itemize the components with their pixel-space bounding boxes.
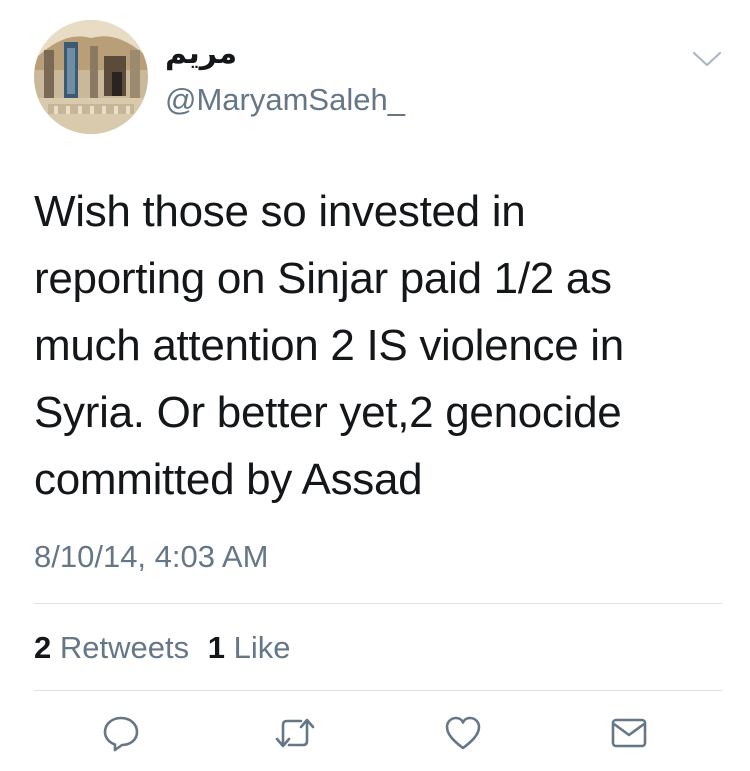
tweet-text-line: committed by Assad (34, 455, 423, 504)
tweet-text-line: Syria. Or better yet,2 genocide (34, 388, 622, 437)
retweet-icon (273, 713, 317, 758)
likes-count: 1 (207, 630, 225, 665)
tweet-stats: 2 Retweets 1 Like (34, 628, 290, 668)
envelope-icon (609, 713, 649, 758)
tweet-text-line: much attention 2 IS violence in (34, 321, 624, 370)
avatar-image (34, 20, 148, 134)
tweet-text-line: Wish those so invested in (34, 187, 526, 236)
display-name[interactable]: مريم (165, 36, 237, 72)
likes-label: Like (233, 630, 291, 665)
likes-stat[interactable]: 1 Like (208, 630, 291, 665)
avatar[interactable] (34, 20, 148, 134)
retweets-stat[interactable]: 2 Retweets (34, 630, 189, 665)
heart-icon (443, 713, 483, 758)
retweet-button[interactable] (272, 712, 318, 758)
tweet-text-line: reporting on Sinjar paid 1/2 as (34, 254, 612, 303)
tweet-text: Wish those so invested in reporting on S… (34, 178, 724, 513)
like-button[interactable] (440, 712, 486, 758)
reply-icon (101, 713, 141, 758)
tweet-timestamp[interactable]: 8/10/14, 4:03 AM (34, 537, 268, 577)
retweets-count: 2 (34, 630, 52, 665)
retweets-label: Retweets (59, 630, 190, 665)
action-bar (0, 712, 750, 758)
reply-button[interactable] (98, 712, 144, 758)
chevron-down-icon[interactable] (690, 48, 724, 70)
divider (34, 603, 722, 604)
user-handle[interactable]: @MaryamSaleh_ (165, 82, 405, 118)
tweet-detail: مريم @MaryamSaleh_ Wish those so investe… (0, 0, 750, 771)
divider (34, 690, 722, 691)
direct-message-button[interactable] (606, 712, 652, 758)
